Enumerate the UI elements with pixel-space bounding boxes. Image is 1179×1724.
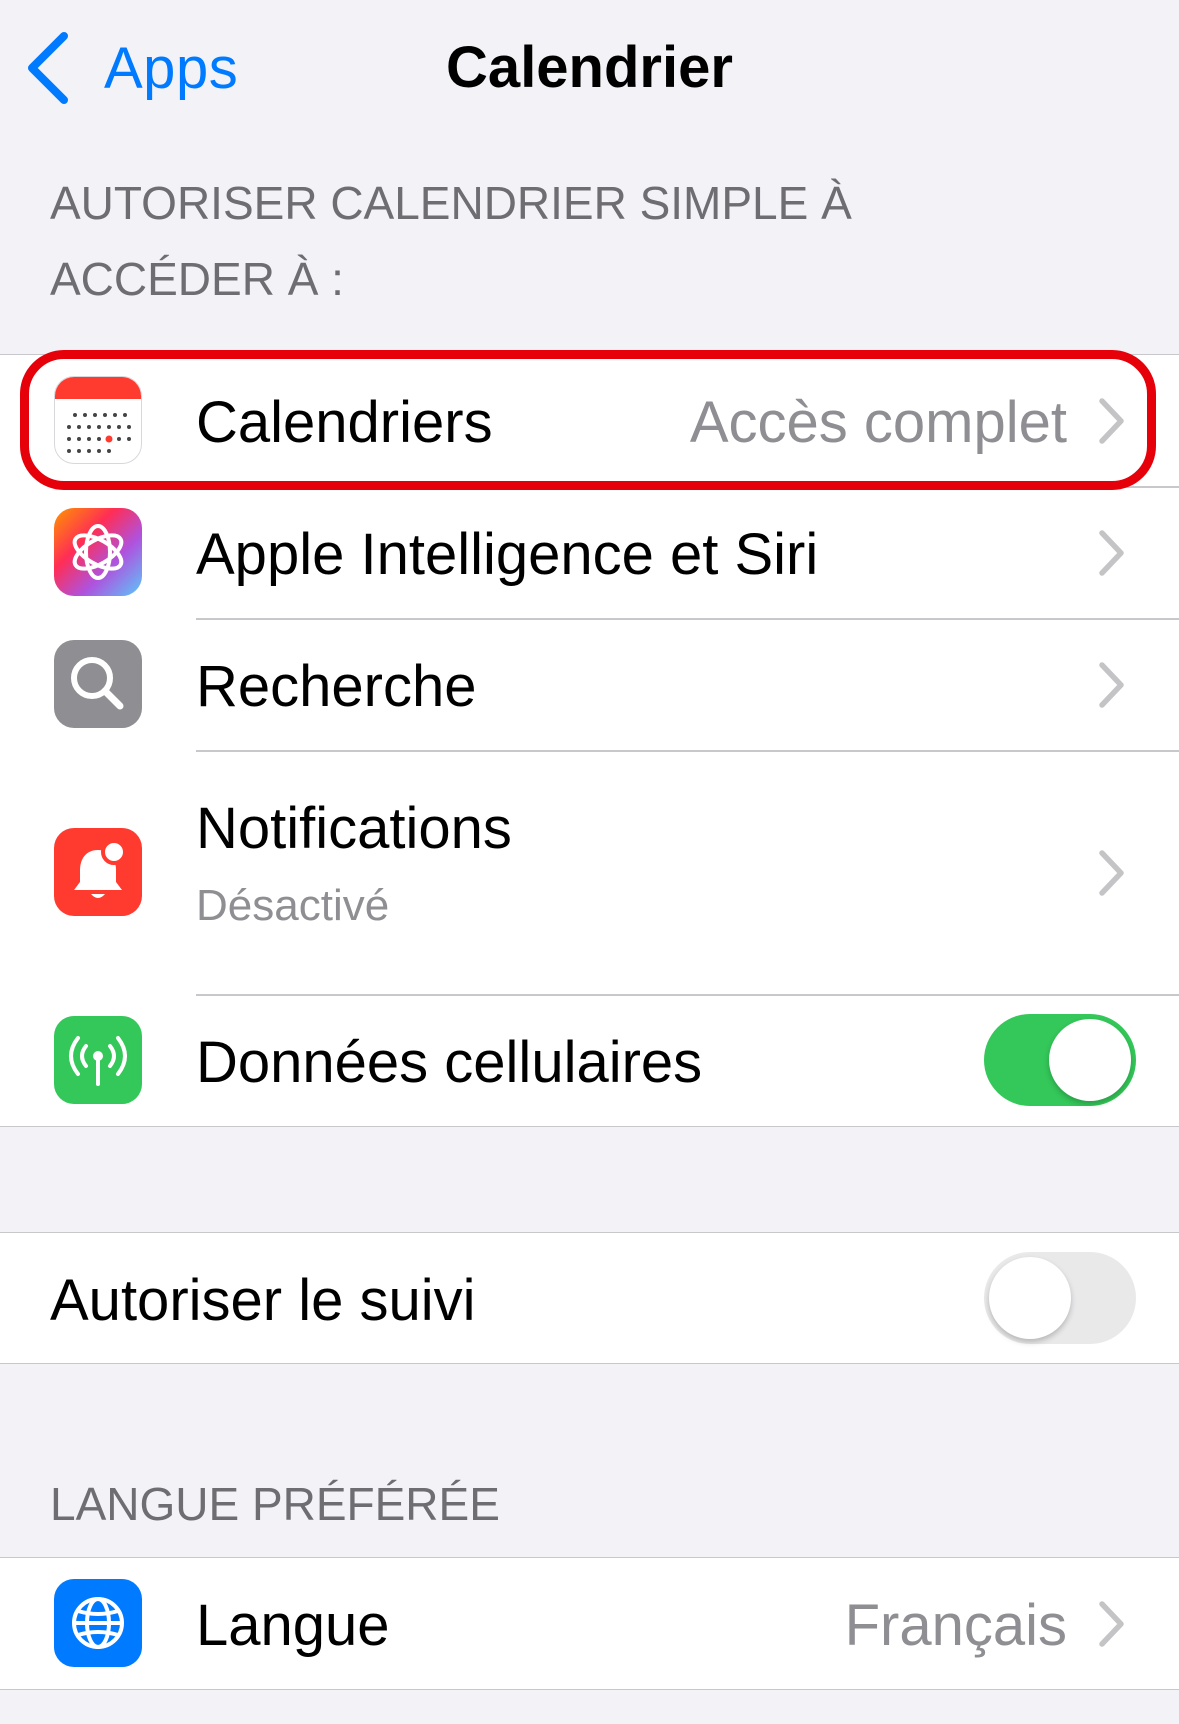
row-label: Autoriser le suivi <box>50 1268 476 1333</box>
row-apple-intelligence[interactable]: Apple Intelligence et Siri <box>0 487 1179 618</box>
language-group: Langue Français <box>0 1557 1179 1690</box>
toggle-knob <box>1049 1019 1131 1101</box>
chevron-right-icon <box>1099 662 1124 708</box>
chevron-right-icon <box>1099 850 1124 896</box>
row-autoriser-suivi: Autoriser le suivi <box>0 1233 1179 1364</box>
section-header-line2: ACCÉDER À : <box>50 253 344 305</box>
row-label: Calendriers <box>196 390 493 455</box>
row-langue[interactable]: Langue Français <box>0 1558 1179 1689</box>
row-label: Recherche <box>196 654 477 719</box>
row-label: Notifications <box>196 796 512 861</box>
tracking-group: Autoriser le suivi <box>0 1232 1179 1364</box>
row-label: Apple Intelligence et Siri <box>196 522 819 587</box>
section-header-line1: AUTORISER CALENDRIER SIMPLE À <box>50 177 852 229</box>
cellular-data-toggle[interactable] <box>984 1014 1136 1106</box>
chevron-right-icon <box>1099 398 1124 444</box>
calendar-icon <box>54 376 142 464</box>
bell-icon <box>54 828 142 916</box>
row-calendriers[interactable]: Calendriers Accès complet <box>0 355 1179 486</box>
toggle-knob <box>989 1257 1071 1339</box>
row-label: Langue <box>196 1593 390 1658</box>
section-header-language: LANGUE PRÉFÉRÉE <box>50 1478 500 1530</box>
row-donnees-cellulaires: Données cellulaires <box>0 995 1179 1126</box>
page-title: Calendrier <box>446 35 733 100</box>
row-sublabel: Désactivé <box>196 881 390 930</box>
row-value: Accès complet <box>689 390 1067 455</box>
section-header-access: AUTORISER CALENDRIER SIMPLE À ACCÉDER À … <box>50 165 852 317</box>
search-icon <box>54 640 142 728</box>
row-label: Données cellulaires <box>196 1030 703 1095</box>
globe-icon <box>54 1579 142 1667</box>
chevron-right-icon <box>1099 530 1124 576</box>
tracking-toggle[interactable] <box>984 1252 1136 1344</box>
navigation-bar: Apps Calendrier <box>0 0 1179 140</box>
row-notifications[interactable]: Notifications Désactivé <box>0 751 1179 994</box>
row-recherche[interactable]: Recherche <box>0 619 1179 750</box>
antenna-icon <box>54 1016 142 1104</box>
row-value: Français <box>844 1593 1067 1658</box>
apple-intelligence-icon <box>54 508 142 596</box>
chevron-right-icon <box>1099 1601 1124 1647</box>
access-settings-group: Calendriers Accès complet Apple Intellig… <box>0 354 1179 1127</box>
